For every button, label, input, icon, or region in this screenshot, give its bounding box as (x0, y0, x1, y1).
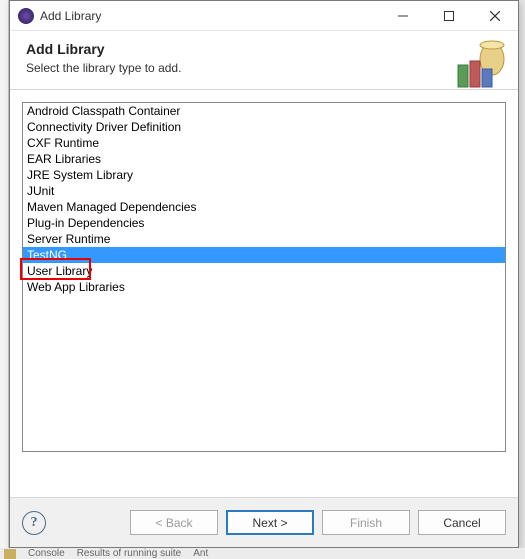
list-item[interactable]: Plug-in Dependencies (23, 215, 505, 231)
maximize-button[interactable] (426, 1, 472, 31)
list-item[interactable]: Maven Managed Dependencies (23, 199, 505, 215)
minimize-button[interactable] (380, 1, 426, 31)
list-item[interactable]: JUnit (23, 183, 505, 199)
list-item[interactable]: TestNG (23, 247, 505, 263)
bg-tab-ant: Ant (193, 548, 208, 559)
list-item[interactable]: Server Runtime (23, 231, 505, 247)
background-left-strip (0, 0, 9, 548)
page-subtitle: Select the library type to add. (26, 61, 502, 75)
bg-tab-console: Console (28, 548, 65, 559)
bg-tab-results: Results of running suite (77, 548, 182, 559)
next-button[interactable]: Next > (226, 510, 314, 535)
library-banner-icon (452, 35, 508, 91)
back-button[interactable]: < Back (130, 510, 218, 535)
background-bottom-tabs: Console Results of running suite Ant (0, 548, 525, 559)
library-type-list[interactable]: Android Classpath ContainerConnectivity … (22, 102, 506, 452)
list-item[interactable]: Connectivity Driver Definition (23, 119, 505, 135)
list-item[interactable]: Android Classpath Container (23, 103, 505, 119)
page-title: Add Library (26, 41, 502, 57)
console-icon (4, 549, 16, 559)
list-item[interactable]: JRE System Library (23, 167, 505, 183)
list-item[interactable]: Web App Libraries (23, 279, 505, 295)
wizard-header: Add Library Select the library type to a… (10, 31, 518, 90)
finish-button[interactable]: Finish (322, 510, 410, 535)
wizard-footer: ? < Back Next > Finish Cancel (10, 497, 518, 547)
eclipse-icon (18, 8, 34, 24)
list-item[interactable]: CXF Runtime (23, 135, 505, 151)
list-item[interactable]: User Library (23, 263, 505, 279)
titlebar: Add Library (10, 1, 518, 31)
content-area: Android Classpath ContainerConnectivity … (10, 90, 518, 452)
help-icon[interactable]: ? (22, 511, 46, 535)
close-button[interactable] (472, 1, 518, 31)
list-item[interactable]: EAR Libraries (23, 151, 505, 167)
dialog-window: Add Library Add Library Select the libra… (9, 0, 519, 548)
cancel-button[interactable]: Cancel (418, 510, 506, 535)
window-title: Add Library (40, 9, 101, 23)
